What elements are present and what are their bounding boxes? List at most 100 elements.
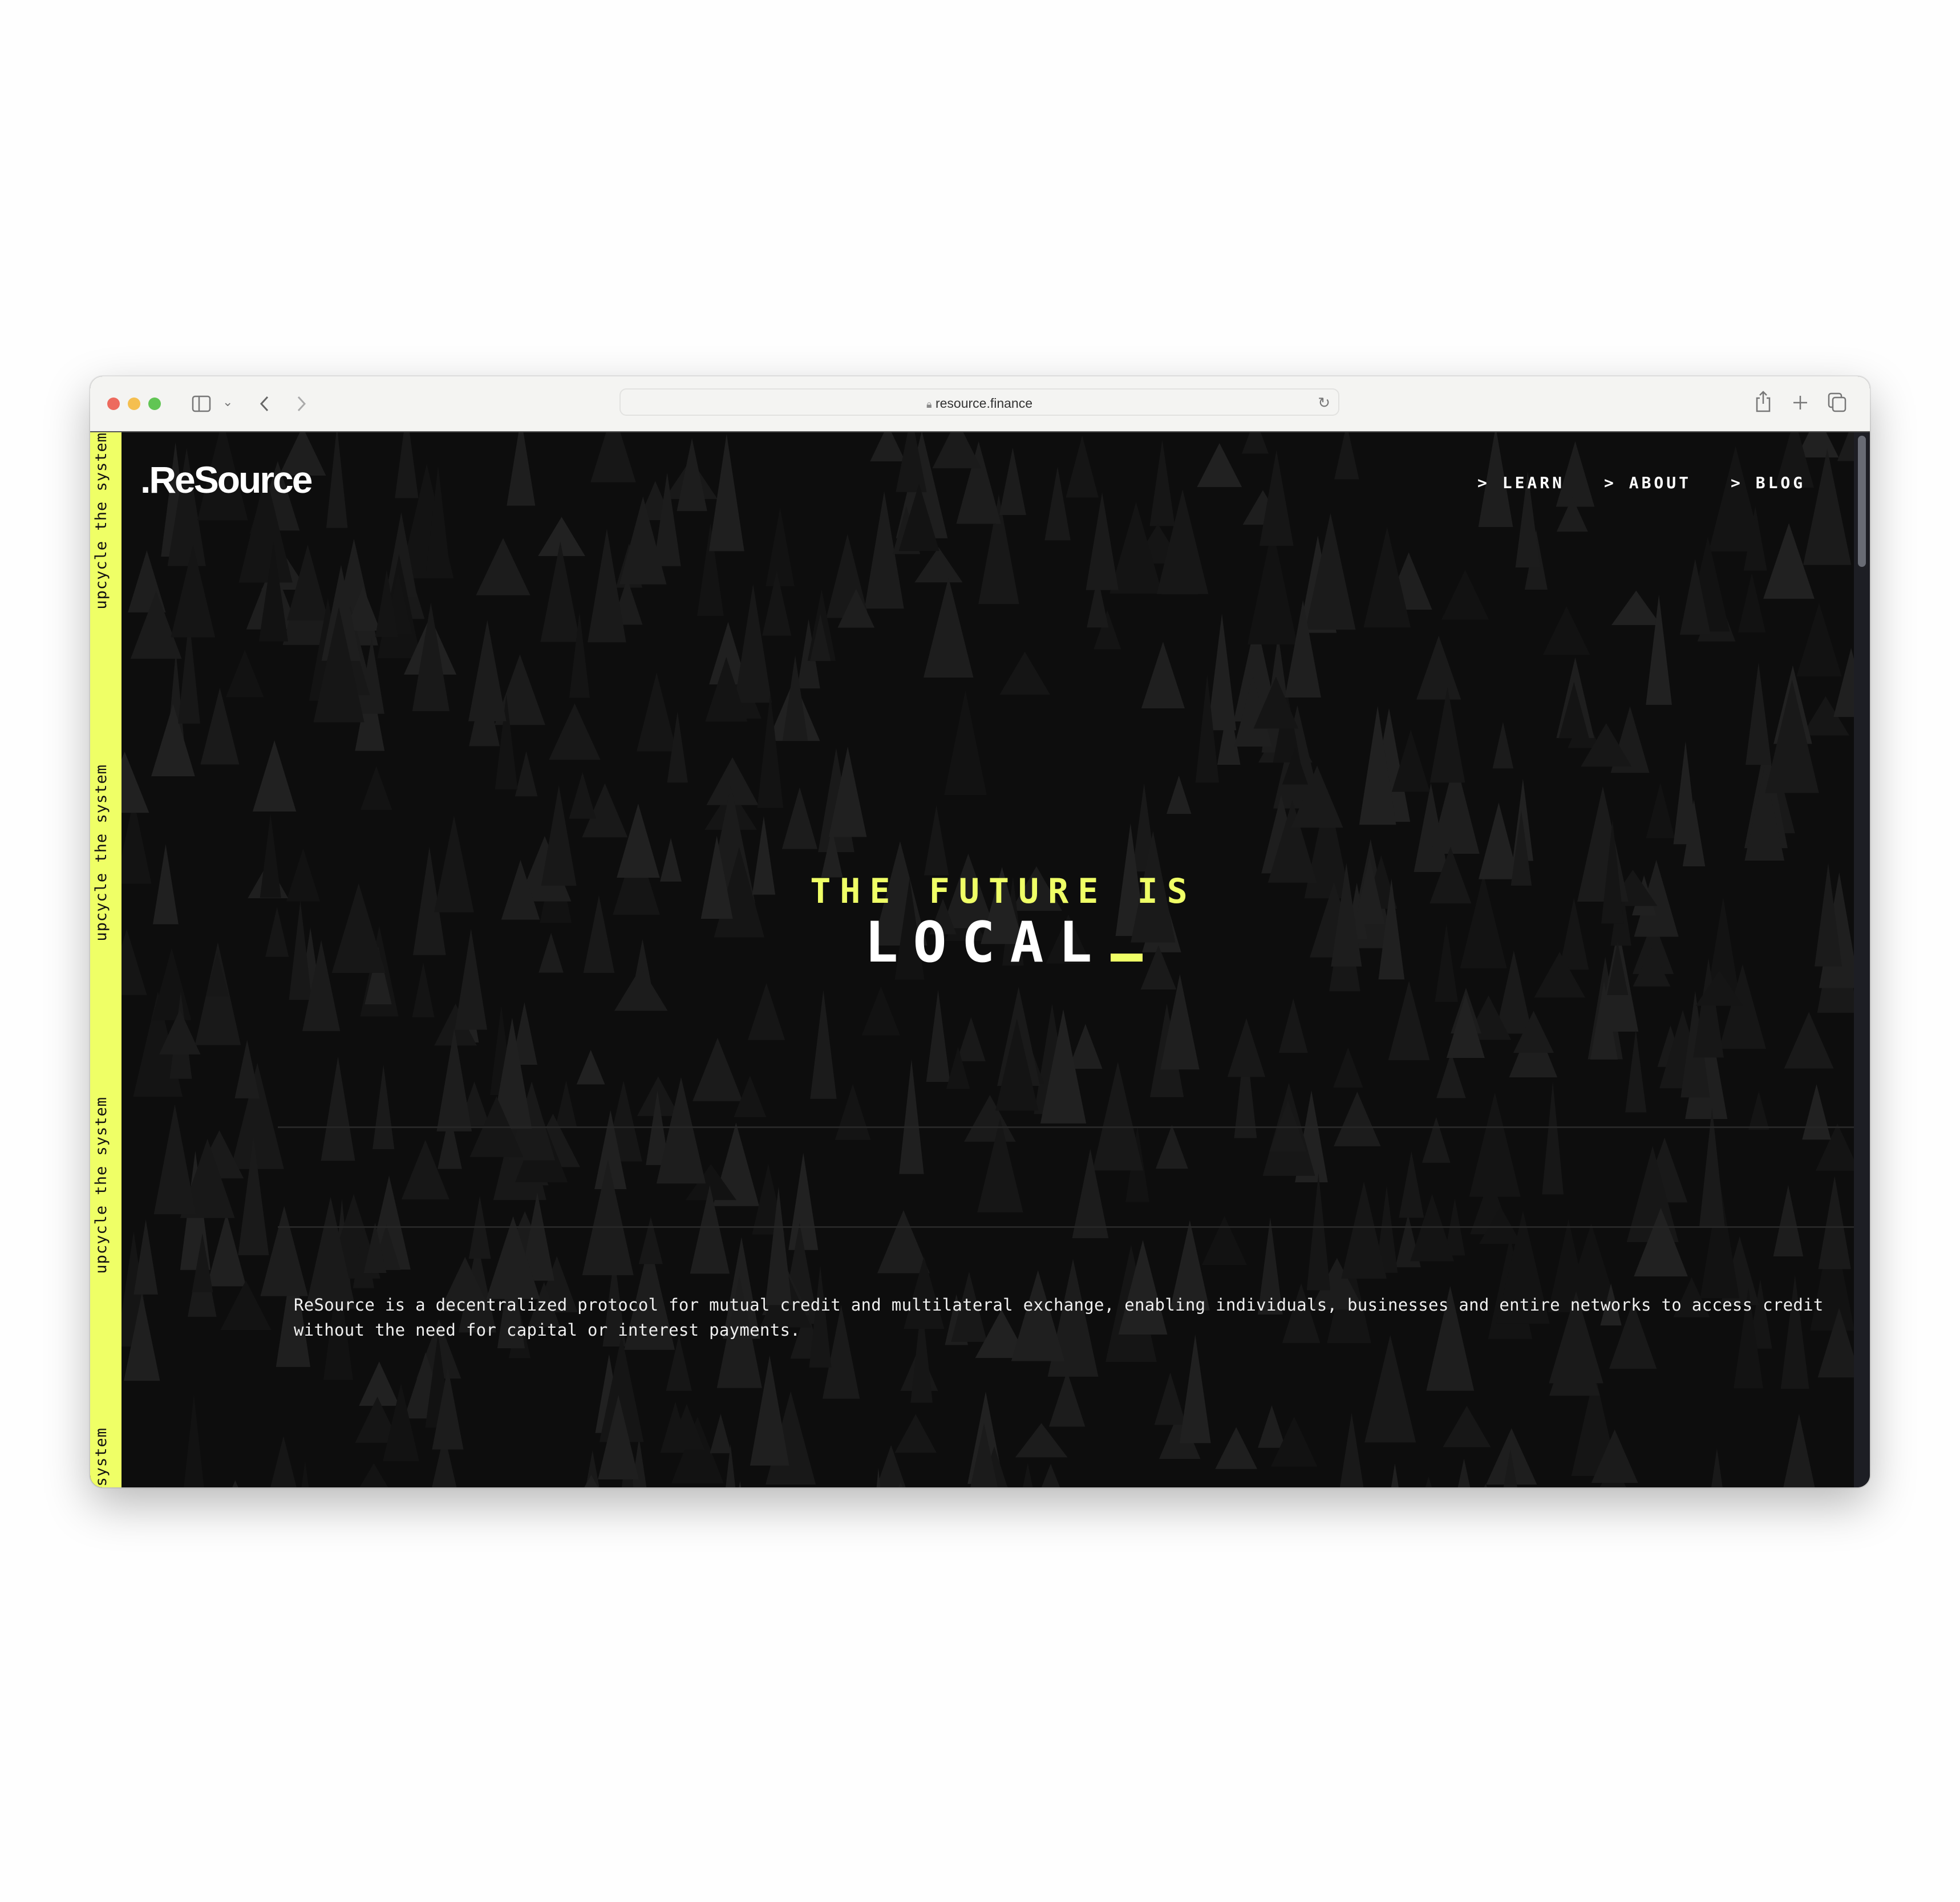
nav-about[interactable]: > ABOUT — [1604, 473, 1691, 492]
cone-shape — [1041, 1463, 1060, 1487]
sidebar-icon[interactable] — [192, 395, 211, 412]
tabs-overview-icon[interactable] — [1828, 392, 1847, 413]
nav-learn[interactable]: > LEARN — [1477, 473, 1565, 492]
cone-shape — [1227, 1018, 1266, 1077]
cone-shape — [1208, 613, 1237, 731]
cone-shape — [1673, 741, 1698, 845]
cone-shape — [637, 672, 677, 752]
minimize-button[interactable] — [128, 398, 140, 410]
cone-shape — [1092, 1061, 1143, 1171]
divider — [278, 1226, 1854, 1228]
cone-shape — [1542, 1081, 1564, 1195]
cone-shape — [1167, 776, 1192, 814]
cone-shape — [1833, 647, 1854, 717]
cone-shape — [1746, 663, 1772, 765]
cone-shape — [944, 690, 987, 796]
cone-shape — [1469, 1092, 1521, 1197]
cone-shape — [766, 507, 795, 586]
cone-shape — [1333, 1047, 1363, 1088]
cone-shape — [1278, 998, 1308, 1053]
cone-shape — [1796, 603, 1842, 676]
cone-shape — [617, 804, 660, 878]
cone-shape — [515, 751, 538, 797]
description: ReSource is a decentralized protocol for… — [294, 1295, 1824, 1340]
cone-shape — [1242, 432, 1269, 454]
scrollbar[interactable] — [1854, 432, 1870, 1487]
cone-shape — [1784, 1012, 1834, 1069]
cone-shape — [1086, 492, 1119, 590]
nav-label: BLOG — [1755, 473, 1806, 492]
cone-shape — [1202, 1216, 1247, 1266]
cone-shape — [1443, 1405, 1491, 1447]
cone-shape — [1773, 1185, 1804, 1256]
new-tab-icon[interactable] — [1792, 395, 1808, 411]
cone-shape — [1765, 679, 1819, 793]
cone-shape — [932, 432, 982, 469]
cone-shape — [924, 805, 949, 875]
cone-shape — [788, 1153, 819, 1250]
cone-shape — [810, 989, 837, 1099]
nav-blog[interactable]: > BLOG — [1731, 473, 1805, 492]
cone-shape — [1341, 1181, 1387, 1279]
cone-shape — [359, 1463, 388, 1487]
cone-shape — [1141, 642, 1185, 709]
headline-word-text: LOCAL — [864, 910, 1107, 975]
cone-shape — [1802, 1084, 1831, 1140]
cone-shape — [1441, 570, 1489, 620]
cone-shape — [1023, 1463, 1033, 1487]
marquee-text: upcycle the system — [92, 1097, 110, 1274]
page-content: upcycle the system upcycle the system up… — [90, 432, 1854, 1487]
cone-shape — [1818, 1176, 1851, 1270]
lock-icon: 🔒︎ — [926, 399, 932, 410]
scrollbar-thumb[interactable] — [1858, 436, 1866, 567]
close-button[interactable] — [107, 398, 120, 410]
cone-shape — [1149, 439, 1175, 526]
divider — [278, 1126, 1854, 1128]
cone-shape — [1783, 1414, 1815, 1487]
cone-shape — [225, 650, 264, 697]
cone-shape — [1748, 1091, 1769, 1130]
cone-shape — [555, 1081, 577, 1128]
cone-shape — [1399, 1151, 1424, 1218]
cone-shape — [1425, 1477, 1432, 1487]
cone-shape — [270, 1435, 297, 1487]
cone-shape — [507, 432, 536, 506]
chevron-right-icon: > — [1731, 473, 1743, 492]
cone-shape — [926, 989, 950, 1082]
cone-shape — [1436, 1052, 1466, 1098]
cone-shape — [184, 1394, 204, 1487]
cone-shape — [1699, 1107, 1725, 1227]
marquee-text: upcycle the system — [92, 764, 110, 942]
cone-shape — [360, 766, 392, 810]
cone-shape — [1492, 721, 1514, 769]
cone-shape — [894, 1414, 937, 1453]
back-icon[interactable] — [259, 395, 270, 412]
cone-shape — [200, 687, 240, 765]
cone-shape — [1738, 573, 1766, 632]
cone-shape — [781, 787, 817, 849]
resource-logo[interactable]: .ReSource — [140, 458, 313, 501]
address-bar[interactable]: 🔒︎ resource.finance ↻ — [619, 388, 1339, 416]
cone-shape — [1611, 590, 1661, 626]
cone-shape — [1837, 432, 1854, 461]
cone-shape — [1479, 802, 1519, 879]
cone-shape — [1154, 1372, 1186, 1425]
maximize-button[interactable] — [148, 398, 161, 410]
cone-shape — [1339, 1413, 1364, 1487]
cone-shape — [1625, 1029, 1647, 1113]
cone-shape — [877, 1210, 930, 1274]
cone-shape — [590, 432, 636, 482]
cone-shape — [1044, 466, 1071, 541]
cone-shape — [710, 1413, 732, 1454]
reload-icon[interactable]: ↻ — [1318, 395, 1330, 410]
cone-shape — [1215, 1427, 1258, 1469]
share-icon[interactable] — [1755, 390, 1772, 413]
cone-shape — [1803, 448, 1852, 565]
marquee-text: upcycle the system — [92, 1427, 110, 1487]
chevron-down-icon[interactable]: ⌄ — [222, 396, 233, 408]
cone-shape — [468, 620, 507, 721]
forward-icon[interactable] — [295, 395, 307, 412]
chevron-right-icon: > — [1604, 473, 1617, 492]
cone-shape — [540, 541, 581, 642]
cone-shape — [476, 538, 531, 595]
